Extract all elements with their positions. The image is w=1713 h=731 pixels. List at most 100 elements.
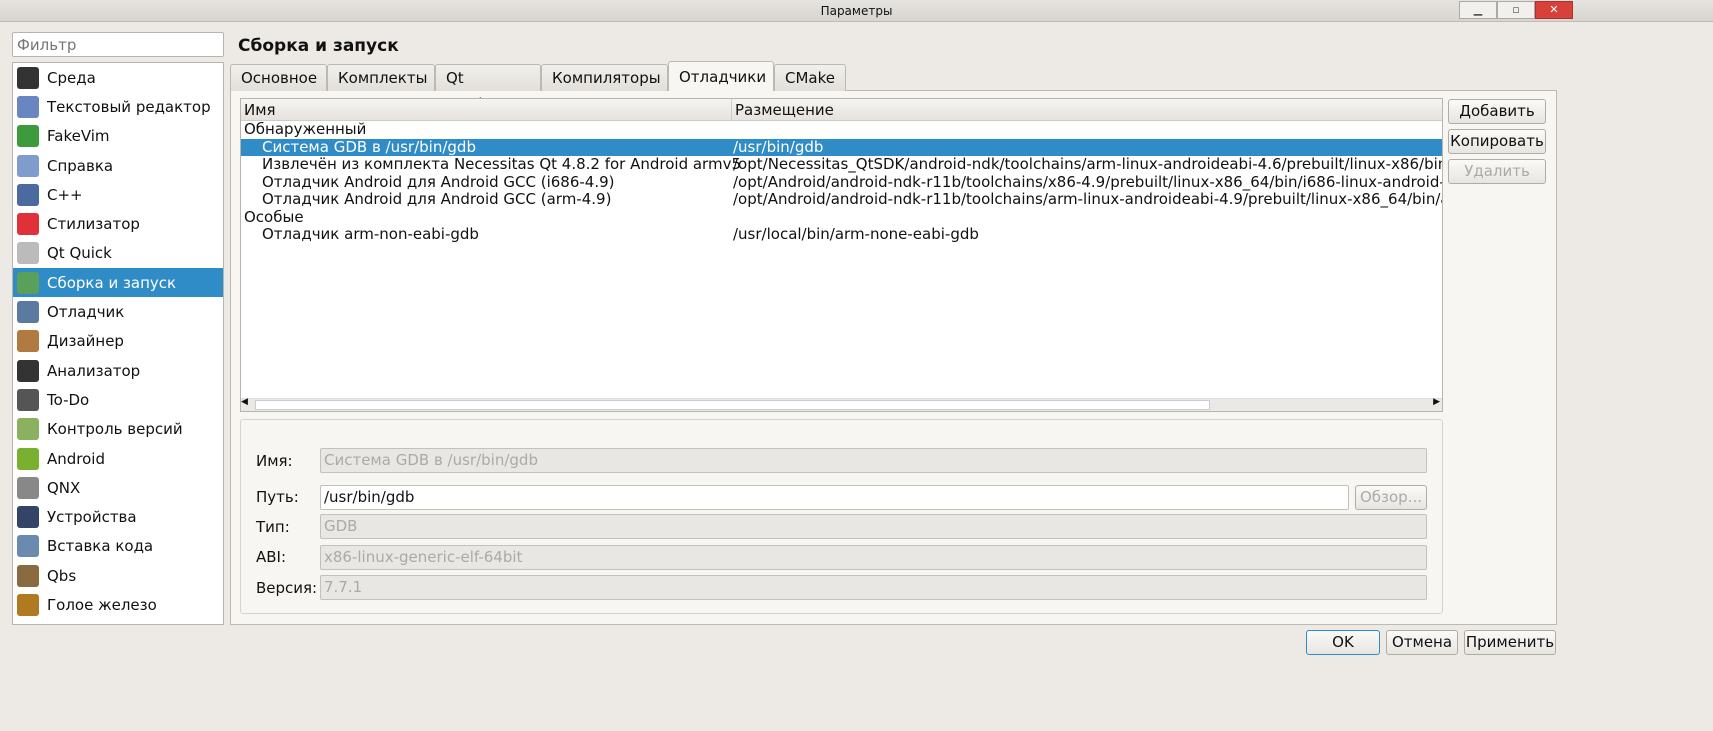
help-icon <box>17 154 39 177</box>
tree-group[interactable]: Особые <box>241 207 1442 227</box>
tab[interactable]: Отладчики <box>668 61 774 91</box>
sidebar-item[interactable]: Анализатор <box>13 356 223 385</box>
scroll-right-icon[interactable]: ▶ <box>1433 397 1440 407</box>
sidebar-item[interactable]: Qbs <box>13 561 223 590</box>
sidebar-item[interactable]: Контроль версий <box>13 415 223 444</box>
debugger-name: Отладчик Android для Android GCC (arm-4.… <box>262 190 612 208</box>
sidebar-item[interactable]: Сборка и запуск <box>13 268 223 298</box>
sidebar-item[interactable]: Стилизатор <box>13 209 223 238</box>
debugger-name: Извлечён из комплекта Necessitas Qt 4.8.… <box>262 155 741 173</box>
tree-row[interactable]: Отладчик arm-non-eabi-gdb/usr/local/bin/… <box>241 225 1442 244</box>
sidebar-item[interactable]: Голое железо <box>13 590 223 619</box>
copy-button[interactable]: Копировать <box>1448 129 1546 154</box>
text-editor-icon <box>17 95 39 118</box>
title-bar: Параметры <box>0 0 1713 22</box>
sidebar-item-label: FakeVim <box>47 127 110 146</box>
sidebar-item[interactable]: Справка <box>13 151 223 180</box>
debugger-name: Отладчик Android для Android GCC (i686-4… <box>262 172 615 191</box>
paper-plane-icon <box>17 242 39 265</box>
tree-row[interactable]: Отладчик Android для Android GCC (i686-4… <box>241 172 1443 192</box>
maximize-button[interactable]: ▫ <box>1497 1 1535 19</box>
sidebar-item-label: Стилизатор <box>47 215 140 234</box>
version-control-icon <box>17 418 39 441</box>
add-button[interactable]: Добавить <box>1448 99 1546 124</box>
analyzer-icon <box>17 359 39 382</box>
sidebar-item[interactable]: FakeVim <box>13 122 223 151</box>
sidebar-item-label: Qt Quick <box>47 244 112 263</box>
column-header-name[interactable]: Имя <box>241 99 732 121</box>
sidebar-item-label: Дизайнер <box>47 332 124 351</box>
tab[interactable]: Комплекты <box>327 64 435 91</box>
window-title: Параметры <box>820 4 893 18</box>
cancel-button[interactable]: Отмена <box>1386 630 1458 655</box>
filter-input[interactable] <box>12 32 224 57</box>
sidebar-item-label: Qbs <box>47 566 77 585</box>
sidebar-item-label: To-Do <box>47 390 90 409</box>
sidebar-item-label: Отладчик <box>47 303 125 322</box>
high-heel-icon <box>17 213 39 236</box>
sidebar-item-label: Контроль версий <box>47 420 183 439</box>
minimize-button[interactable]: ▁ <box>1459 1 1497 19</box>
sidebar-item[interactable]: To-Do <box>13 385 223 414</box>
ok-button[interactable]: OK <box>1306 630 1380 655</box>
debugger-path: /opt/Necessitas_QtSDK/android-ndk/toolch… <box>733 155 1442 173</box>
sidebar-item-label: Голое железо <box>47 595 157 614</box>
sidebar-item[interactable]: Qt Quick <box>13 239 223 268</box>
name-field: Система GDB в /usr/bin/gdb <box>320 448 1427 473</box>
sidebar-item[interactable]: Android <box>13 444 223 473</box>
sidebar-item[interactable]: QNX <box>13 473 223 502</box>
android-icon <box>17 447 39 470</box>
path-field[interactable]: /usr/bin/gdb <box>320 485 1349 510</box>
sidebar-item-label: QNX <box>47 478 81 497</box>
tab[interactable]: Qt Versions <box>435 64 541 113</box>
scrollbar-thumb[interactable] <box>255 400 1210 410</box>
designer-icon <box>17 330 39 353</box>
debugger-path: /usr/local/bin/arm-none-eabi-gdb <box>733 225 979 243</box>
type-label: Тип: <box>256 518 290 536</box>
debugger-icon <box>17 301 39 324</box>
column-header-location[interactable]: Размещение <box>732 99 1442 121</box>
browse-button[interactable]: Обзор... <box>1355 485 1427 510</box>
apply-button[interactable]: Применить <box>1464 630 1556 655</box>
sidebar-item-label: Справка <box>47 156 114 175</box>
sidebar-item-label: Android <box>47 449 105 468</box>
scroll-left-icon[interactable]: ◀ <box>241 397 248 407</box>
qnx-icon <box>17 476 39 499</box>
debugger-path: /opt/Android/android-ndk-r11b/toolchains… <box>733 172 1443 191</box>
sidebar-item-label: Вставка кода <box>47 537 154 556</box>
horizontal-scrollbar[interactable]: ◀ ▶ <box>241 397 1442 411</box>
name-label: Имя: <box>256 452 293 470</box>
debuggers-tree[interactable]: Имя Размещение Обнаруженный Система GDB в… <box>240 98 1443 412</box>
sidebar-item[interactable]: Устройства <box>13 502 223 531</box>
sidebar-item[interactable]: Среда <box>13 63 223 92</box>
sidebar-item[interactable]: Отладчик <box>13 297 223 326</box>
remove-button[interactable]: Удалить <box>1448 159 1546 184</box>
device-icon <box>17 506 39 529</box>
sidebar-item-label: C++ <box>47 185 83 204</box>
tab[interactable]: Компиляторы <box>541 64 668 91</box>
sidebar-item-label: Среда <box>47 68 96 87</box>
tree-group[interactable]: Обнаруженный <box>241 120 1442 139</box>
type-field: GDB <box>320 514 1427 539</box>
snippets-icon <box>17 535 39 558</box>
todo-icon <box>17 388 39 411</box>
close-button[interactable]: ✕ <box>1535 1 1573 19</box>
tree-row[interactable]: Отладчик Android для Android GCC (arm-4.… <box>241 190 1442 209</box>
tree-row[interactable]: Извлечён из комплекта Necessitas Qt 4.8.… <box>241 155 1442 174</box>
version-field: 7.7.1 <box>320 575 1427 600</box>
sidebar-item[interactable]: C++ <box>13 180 223 209</box>
sidebar-item-label: Текстовый редактор <box>47 97 211 116</box>
version-label: Версия: <box>256 579 318 597</box>
sidebar-item[interactable]: Дизайнер <box>13 327 223 356</box>
abi-field: x86-linux-generic-elf-64bit <box>320 545 1427 570</box>
tree-row[interactable]: Система GDB в /usr/bin/gdb/usr/bin/gdb <box>241 137 1442 156</box>
sidebar-item[interactable]: Текстовый редактор <box>13 92 223 121</box>
debugger-name: Особые <box>244 207 304 226</box>
sidebar-item-label: Сборка и запуск <box>47 273 177 292</box>
sidebar-item[interactable]: Вставка кода <box>13 532 223 561</box>
tab[interactable]: CMake <box>774 64 846 91</box>
debugger-name: Обнаруженный <box>244 120 367 138</box>
tab[interactable]: Основное <box>230 64 327 91</box>
debugger-path: /usr/bin/gdb <box>733 137 824 156</box>
debugger-name: Система GDB в /usr/bin/gdb <box>262 137 476 156</box>
